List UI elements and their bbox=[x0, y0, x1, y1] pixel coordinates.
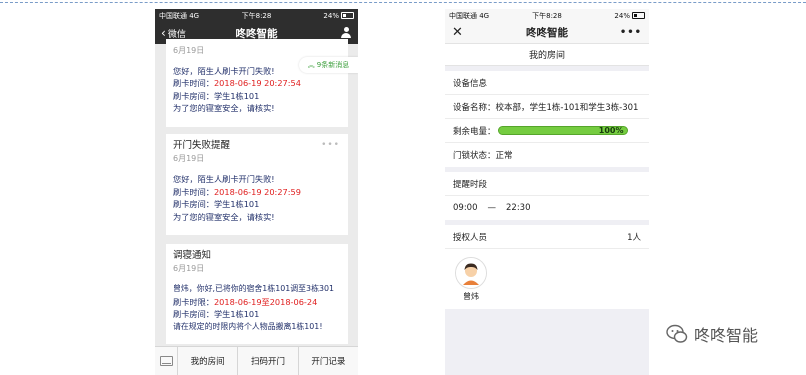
top-divider-line bbox=[0, 2, 806, 3]
section-title: 我的房间 bbox=[445, 43, 649, 66]
battery-indicator: 24% bbox=[583, 12, 645, 20]
lock-status-row: 门锁状态： 正常 bbox=[445, 143, 649, 167]
message-greeting: 您好，陌生人刷卡开门失败! bbox=[173, 174, 275, 185]
nav-bar: ✕ 咚咚智能 ••• bbox=[445, 22, 649, 43]
wechat-chat-screen: 中国联通 4G 下午8:28 24% ‹ 微信 咚咚智能 6月19日 您好，陌生… bbox=[155, 9, 358, 375]
reminder-end: 22:30 bbox=[506, 203, 531, 213]
device-name-label: 设备名称： bbox=[453, 102, 496, 113]
lock-status-label: 门锁状态： bbox=[453, 151, 496, 161]
device-name-value: 校本部，学生1栋-101和学生3栋-301 bbox=[495, 102, 639, 113]
clock-label: 下午8:28 bbox=[532, 11, 562, 20]
time-label: 刷卡时间： bbox=[173, 186, 214, 197]
user-avatar-icon bbox=[456, 258, 486, 288]
member-name: 曾炜 bbox=[463, 292, 479, 301]
room-value: 学生1栋101 bbox=[213, 309, 260, 320]
reminder-dash: — bbox=[487, 203, 497, 213]
room-label: 刷卡房间： bbox=[173, 90, 214, 101]
close-icon[interactable]: ✕ bbox=[452, 26, 463, 39]
carrier-label: 中国联通 4G bbox=[159, 11, 200, 20]
message-note: 为了您的寝室安全，请核实! bbox=[173, 211, 275, 222]
message-card: ••• 开门失败提醒 6月19日 您好，陌生人刷卡开门失败! 刷卡时间：2018… bbox=[166, 134, 348, 235]
authorized-header-row: 授权人员 1人 bbox=[445, 225, 649, 249]
more-icon[interactable]: ••• bbox=[321, 141, 340, 150]
reminder-time-row[interactable]: 09:00 — 22:30 bbox=[445, 196, 649, 220]
message-title: 开门失败提醒 bbox=[173, 140, 231, 151]
menu-scan-open-button[interactable]: 扫码开门 bbox=[238, 347, 299, 375]
status-bar: 中国联通 4G 下午8:28 24% bbox=[445, 9, 649, 22]
power-percent-text: 100% bbox=[598, 126, 624, 135]
member-list: 曾炜 bbox=[445, 249, 649, 309]
new-messages-label: 9条新消息 bbox=[316, 61, 350, 69]
clock-label: 下午8:28 bbox=[241, 11, 272, 20]
message-date: 6月19日 bbox=[173, 154, 205, 164]
back-button[interactable]: ‹ 微信 bbox=[161, 27, 186, 40]
chevron-left-icon: ‹ bbox=[161, 26, 166, 40]
profile-icon[interactable] bbox=[340, 27, 352, 39]
authorized-count: 1人 bbox=[627, 232, 641, 243]
message-note: 为了您的寝室安全，请核实! bbox=[173, 103, 275, 114]
message-date: 6月19日 bbox=[173, 264, 205, 274]
room-label: 刷卡房间： bbox=[173, 309, 214, 320]
time-value: 2018-06-19 20:27:59 bbox=[213, 186, 301, 197]
section-header: 提醒时段 bbox=[445, 172, 649, 196]
battery-percent: 24% bbox=[614, 11, 630, 20]
room-label: 刷卡房间： bbox=[173, 199, 214, 210]
message-greeting: 曾炜，你好,已将你的宿舍1栋101调至3栋301 bbox=[173, 284, 335, 294]
menu-my-room-button[interactable]: 我的房间 bbox=[178, 347, 239, 375]
new-messages-toast[interactable]: ︽ 9条新消息 bbox=[299, 57, 358, 73]
bottom-menu: 我的房间 扫码开门 开门记录 bbox=[155, 346, 358, 375]
menu-open-records-button[interactable]: 开门记录 bbox=[299, 347, 358, 375]
keyboard-toggle[interactable] bbox=[155, 347, 178, 375]
message-card: 调寝通知 6月19日 曾炜，你好,已将你的宿舍1栋101调至3栋301 刷卡时限… bbox=[166, 244, 348, 344]
battery-row: 剩余电量： 100% bbox=[445, 119, 649, 143]
message-title: 调寝通知 bbox=[173, 250, 212, 261]
more-icon[interactable]: ••• bbox=[620, 27, 642, 38]
battery-percent: 24% bbox=[323, 11, 339, 20]
wechat-logo-icon bbox=[666, 324, 688, 343]
reminder-start: 09:00 bbox=[453, 203, 478, 213]
authorized-section: 授权人员 1人 曾炜 bbox=[445, 225, 649, 309]
room-value: 学生1栋101 bbox=[213, 199, 260, 210]
time-label: 刷卡时间： bbox=[173, 78, 214, 89]
room-value: 学生1栋101 bbox=[213, 90, 260, 101]
device-info-section: 设备信息 设备名称： 校本部，学生1栋-101和学生3栋-301 剩余电量： 1… bbox=[445, 71, 649, 167]
page-title: 咚咚智能 bbox=[526, 27, 568, 39]
carrier-label: 中国联通 4G bbox=[449, 11, 490, 20]
message-date: 6月19日 bbox=[173, 46, 205, 55]
time-label: 刷卡时限： bbox=[173, 296, 214, 307]
power-label: 剩余电量： bbox=[453, 126, 496, 137]
device-name-row: 设备名称： 校本部，学生1栋-101和学生3栋-301 bbox=[445, 95, 649, 119]
status-bar: 中国联通 4G 下午8:28 24% bbox=[155, 9, 358, 22]
battery-icon bbox=[631, 12, 645, 19]
my-room-screen: 中国联通 4G 下午8:28 24% ✕ 咚咚智能 ••• 我的房间 设备信息 … bbox=[445, 9, 649, 375]
time-value: 2018-06-19至2018-06-24 bbox=[213, 296, 318, 307]
watermark-text: 咚咚智能 bbox=[694, 326, 759, 345]
double-chevron-up-icon: ︽ bbox=[307, 61, 315, 69]
battery-icon bbox=[340, 12, 354, 19]
section-header: 设备信息 bbox=[445, 71, 649, 95]
message-card: 6月19日 您好，陌生人刷卡开门失败! 刷卡时间：2018-06-19 20:2… bbox=[166, 39, 348, 127]
battery-indicator: 24% bbox=[292, 12, 354, 20]
power-progress-bar: 100% bbox=[497, 126, 628, 135]
keyboard-icon bbox=[159, 356, 173, 366]
time-value: 2018-06-19 20:27:54 bbox=[213, 78, 301, 89]
avatar[interactable] bbox=[455, 257, 487, 289]
message-note: 请在规定的时限内将个人物品搬离1栋101! bbox=[173, 321, 323, 331]
back-label: 微信 bbox=[167, 29, 186, 40]
reminder-section: 提醒时段 09:00 — 22:30 bbox=[445, 172, 649, 220]
watermark: 咚咚智能 bbox=[666, 322, 758, 346]
section-header: 授权人员 bbox=[453, 232, 488, 243]
lock-status-value: 正常 bbox=[495, 151, 513, 161]
